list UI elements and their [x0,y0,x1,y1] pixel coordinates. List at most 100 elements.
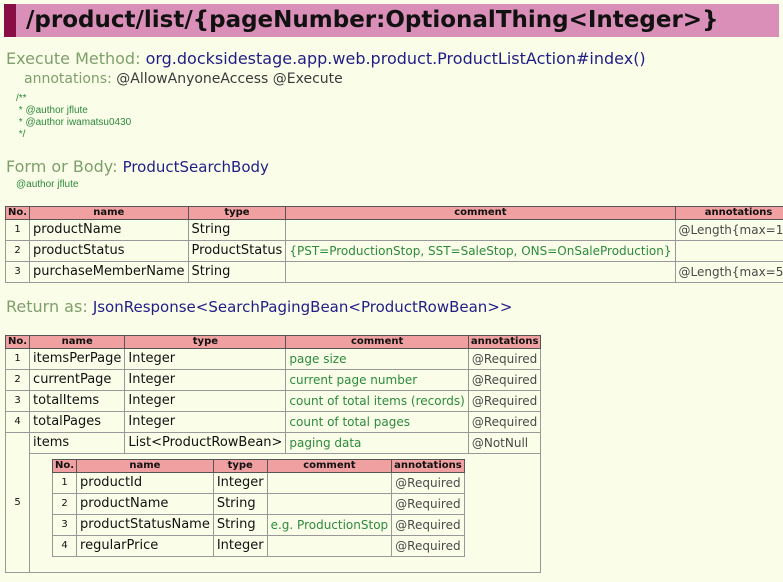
table-header-row: No. name type comment annotations [51,459,465,473]
row-type: String [187,261,287,283]
row-name: regularPrice [76,535,214,557]
row-type: Integer [212,535,268,557]
execute-method-value: org.docksidestage.app.web.product.Produc… [145,49,646,68]
header-annotations: annotations [467,335,542,349]
row-no: 4 [51,535,78,557]
form-body-line: Form or Body: ProductSearchBody [6,157,269,176]
row-type: Integer [124,348,287,370]
header-type: type [212,459,268,473]
row-comment [285,219,676,241]
row-no: 1 [51,472,78,494]
row-name: totalPages [29,411,126,433]
row-no: 3 [4,261,31,283]
row-comment: count of total items (records) [285,390,469,412]
row-annotations [674,240,783,262]
row-name: currentPage [29,369,126,391]
execute-method-label: Execute Method: [6,49,141,68]
row-type: ProductStatus [187,240,287,262]
row-no: 1 [4,348,31,370]
row-no: 1 [4,219,31,241]
annotations-line: annotations: @AllowAnyoneAccess @Execute [24,71,343,87]
form-body-value: ProductSearchBody [122,158,269,176]
table-row: 2 currentPage Integer current page numbe… [4,369,542,391]
return-as-line: Return as: JsonResponse<SearchPagingBean… [6,297,512,316]
header-comment: comment [285,335,469,349]
row-comment [266,493,393,515]
row-type: String [212,493,268,515]
row-no: 2 [4,240,31,262]
row-comment [266,535,393,557]
row-comment: page size [285,348,469,370]
header-annotations: annotations [674,206,783,220]
annotations-value: @AllowAnyoneAccess @Execute [116,71,343,87]
row-no: 3 [51,514,78,536]
row-comment [285,261,676,283]
row-annotations: @NotNull [467,432,542,454]
row-comment: {PST=ProductionStop, SST=SaleStop, ONS=O… [285,240,676,262]
execute-method-line: Execute Method: org.docksidestage.app.we… [6,49,646,68]
method-javadoc: /** * @author jflute * @author iwamatsu0… [16,93,132,140]
row-no: 2 [51,493,78,515]
table-row: 3 purchaseMemberName String @Length{max=… [4,261,783,283]
table-row: 3 productStatusName String e.g. Producti… [51,514,465,536]
row-comment: paging data [285,432,469,454]
row-no: 2 [4,369,31,391]
table-row: 1 productId Integer @Required [51,472,465,494]
row-name: productName [76,493,214,515]
row-comment: e.g. ProductionStop [266,514,393,536]
return-as-value: JsonResponse<SearchPagingBean<ProductRow… [92,298,513,316]
header-no: No. [4,206,31,220]
header-comment: comment [266,459,393,473]
table-row: 4 totalPages Integer count of total page… [4,411,542,433]
form-author: @author jflute [16,179,79,190]
row-type: Integer [124,390,287,412]
row-type: String [187,219,287,241]
row-name: totalItems [29,390,126,412]
row-type: String [212,514,268,536]
row-type: Integer [124,411,287,433]
header-type: type [124,335,287,349]
row-comment [266,472,393,494]
table-header-row: No. name type comment annotations [4,335,542,349]
header-name: name [76,459,214,473]
row-annotations: @Required [391,472,465,494]
table-row: 1 itemsPerPage Integer page size @Requir… [4,348,542,370]
row-type: Integer [212,472,268,494]
row-name: productStatus [29,240,189,262]
table-row: 5 items List<ProductRowBean> paging data… [4,432,542,573]
row-annotations: @Required [391,493,465,515]
row-annotations: @Required [391,535,465,557]
table-header-row: No. name type comment annotations [4,206,783,220]
form-body-label: Form or Body: [6,157,118,176]
table-row: 3 totalItems Integer count of total item… [4,390,542,412]
row-comment: count of total pages [285,411,469,433]
row-no: 4 [4,411,31,433]
header-name: name [29,206,189,220]
row-annotations: @Length{max=10} [674,219,783,241]
table-row: 2 productName String @Required [51,493,465,515]
row-annotations: @Required [391,514,465,536]
header-annotations: annotations [391,459,465,473]
row-annotations: @Required [467,369,542,391]
row-type: Integer [124,369,287,391]
row-annotations: @Length{max=5} [674,261,783,283]
page-title: /product/list/{pageNumber:OptionalThing<… [4,4,779,37]
row-annotations: @Required [467,348,542,370]
row-annotations: @Required [467,411,542,433]
row-no: 5 [4,432,31,573]
table-row: 4 regularPrice Integer @Required [51,535,465,557]
row-name: productId [76,472,214,494]
header-name: name [29,335,126,349]
row-no: 3 [4,390,31,412]
row-name: purchaseMemberName [29,261,189,283]
row-name: itemsPerPage [29,348,126,370]
annotations-label: annotations: [24,71,112,87]
header-type: type [187,206,287,220]
row-name: productName [29,219,189,241]
row-comment: current page number [285,369,469,391]
table-row: 2 productStatus ProductStatus {PST=Produ… [4,240,783,262]
header-comment: comment [285,206,676,220]
header-no: No. [4,335,31,349]
form-properties-table: No. name type comment annotations 1 prod… [4,206,783,283]
row-annotations: @Required [467,390,542,412]
